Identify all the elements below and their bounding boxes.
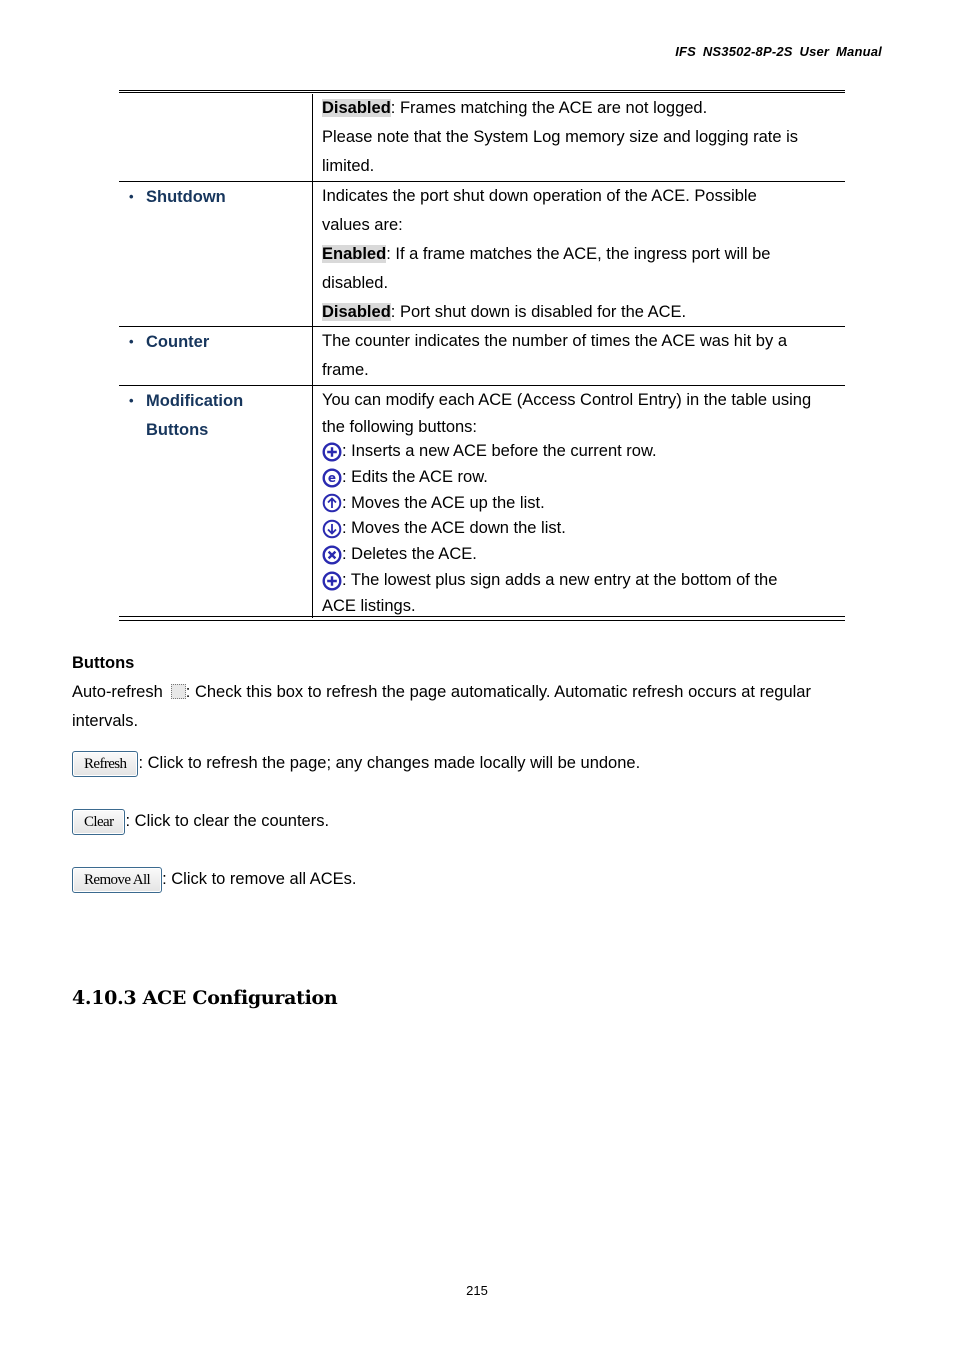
icon-item-add-bottom: : The lowest plus sign adds a new entry … — [322, 568, 842, 594]
svg-text:e: e — [328, 471, 336, 485]
icon-item-move-up: : Moves the ACE up the list. — [322, 491, 842, 517]
icon-item-insert: : Inserts a new ACE before the current r… — [322, 439, 842, 465]
arrow-down-circle-icon — [322, 519, 342, 539]
icon-item-move-down: : Moves the ACE down the list. — [322, 516, 842, 542]
auto-refresh-description: Auto-refresh: Check this box to refresh … — [72, 683, 811, 701]
clear-description: Clear: Click to clear the counters. — [72, 807, 329, 836]
section-heading: 4.10.3 ACE Configuration — [72, 987, 338, 1009]
icon-item-edit: e : Edits the ACE row. — [322, 465, 842, 491]
plus-circle-icon — [322, 442, 342, 462]
delete-circle-icon — [322, 545, 342, 565]
arrow-up-circle-icon — [322, 493, 342, 513]
page-number: 215 — [466, 1283, 488, 1298]
clear-button[interactable]: Clear — [72, 809, 126, 835]
document-header: IFS NS3502-8P-2S User Manual — [675, 44, 882, 59]
term-modification-buttons: • Modification — [129, 392, 244, 410]
term-counter: • Counter — [129, 333, 210, 351]
refresh-button[interactable]: Refresh — [72, 751, 139, 777]
plus-circle-icon — [322, 571, 342, 591]
term-shutdown: • Shutdown — [129, 188, 226, 206]
auto-refresh-checkbox[interactable] — [170, 684, 186, 699]
remove-all-description: Remove All: Click to remove all ACEs. — [72, 865, 356, 894]
table-row-modification-buttons: • Modification Buttons You can modify eac… — [119, 385, 845, 618]
table-row-logging-continued: Disabled: Frames matching the ACE are no… — [119, 94, 845, 181]
table-top-border — [119, 90, 845, 93]
edit-circle-icon: e — [322, 468, 342, 488]
table-row-counter: • Counter The counter indicates the numbe… — [119, 326, 845, 386]
icon-item-delete: : Deletes the ACE. — [322, 542, 842, 568]
table-bottom-border — [119, 616, 845, 621]
table-row-shutdown: • Shutdown Indicates the port shut down o… — [119, 181, 845, 327]
buttons-heading: Buttons — [72, 654, 135, 672]
remove-all-button[interactable]: Remove All — [72, 867, 163, 893]
refresh-description: Refresh: Click to refresh the page; any … — [72, 749, 640, 778]
